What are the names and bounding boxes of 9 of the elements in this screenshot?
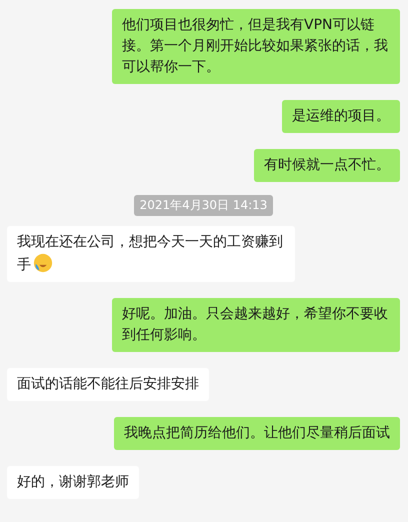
message-bubble: 是运维的项目。 bbox=[282, 100, 400, 133]
message-bubble: 有时候就一点不忙。 bbox=[254, 149, 400, 182]
message-bubble: 他们项目也很匆忙，但是我有VPN可以链接。第一个月刚开始比较如果紧张的话，我可以帮你一下。 bbox=[112, 9, 400, 84]
message-bubble: 好的，谢谢郭老师 bbox=[7, 466, 139, 499]
message-bubble: 我晚点把简历给他们。让他们尽量稍后面试 bbox=[114, 417, 400, 450]
message-bubble: 好呢。加油。只会越来越好，希望你不要收到任何影响。 bbox=[112, 298, 400, 352]
timestamp: 2021年4月30日 14:13 bbox=[134, 195, 274, 216]
message-bubble: 我现在还在公司，想把今天一天的工资赚到手 bbox=[7, 226, 295, 282]
message-bubble: 面试的话能不能往后安排安排 bbox=[7, 368, 209, 401]
